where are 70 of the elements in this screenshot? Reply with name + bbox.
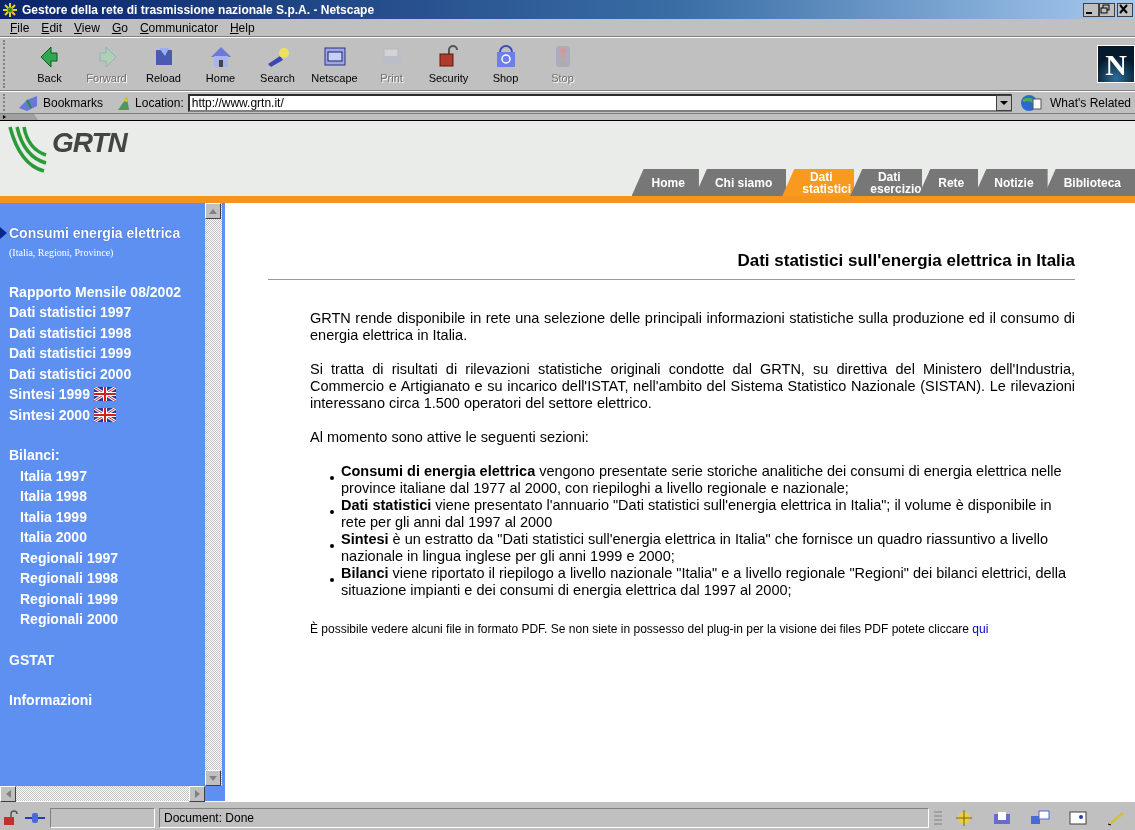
sidebar-link[interactable]: Consumi energia elettrica	[0, 223, 205, 244]
menu-item[interactable]: File	[4, 18, 36, 37]
address-card-icon[interactable]	[1067, 808, 1089, 827]
toolbar-button[interactable]: Netscape	[306, 41, 363, 87]
flag-icon	[93, 407, 116, 422]
location-field[interactable]: http://www.grtn.it/	[187, 93, 1012, 112]
toolbar-button[interactable]: Back	[21, 41, 78, 87]
menu-item[interactable]: Edit	[35, 18, 69, 37]
paragraph: GRTN rende disponibile in rete una selezione delle principali informazioni statistiche sulla produzione ed il consumo di energia elettrica in Italia.	[310, 309, 1075, 344]
sidebar-link[interactable]: Dati statistici 2000	[0, 363, 205, 384]
sidebar-link[interactable]: Dati statistici 1999	[0, 343, 205, 364]
menu-item[interactable]: Help	[223, 18, 261, 37]
restore-button[interactable]	[1099, 2, 1115, 17]
sidebar-link[interactable]: Sintesi 1999	[0, 384, 205, 405]
link[interactable]: qui	[972, 621, 989, 636]
list-item-text: Consumi di energia elettrica vengono presentate serie storiche analitiche dei consumi di energia elettrica nelle province italiane dal 1977 al 2000, con riepiloghi a livello regionale e nazionale;	[341, 462, 1063, 497]
window-title: Gestore della rete di trasmissione nazionale S.p.A. - Netscape	[22, 1, 376, 19]
sidebar-link[interactable]: GSTAT	[0, 649, 205, 670]
bullet-dot-icon	[330, 509, 334, 514]
bookmarks-button[interactable]: Bookmarks	[43, 93, 104, 112]
sidebar-link[interactable]: Informazioni	[0, 690, 205, 711]
sidebar-link[interactable]: Regionali 1997	[0, 547, 205, 568]
sidebar-link[interactable]: Regionali 1998	[0, 568, 205, 589]
nav-tab[interactable]: Dati esercizio	[850, 169, 923, 196]
dropdown-button[interactable]	[996, 94, 1012, 111]
toolbar-button[interactable]: Home	[192, 41, 249, 87]
chat-icon[interactable]	[1029, 808, 1051, 827]
toolbar-button[interactable]: Security	[420, 41, 477, 87]
paragraph: Si tratta di risultati di rilevazioni statistiche originali condotte dal GRTN, su direttiva del Ministero dell'Industria, Commercio e Artigianato e su incarico dell'ISTAT, nell'ambito del Sistema Statistico Nazionale (SISTAN). Le rilevazioni interessano circa 1.500 operatori del settore elettrico.	[310, 360, 1075, 412]
sidebar-link[interactable]: Regionali 2000	[0, 609, 205, 630]
paragraph: È possibile vedere alcuni file in formato PDF. Se non siete in possesso del plug-in per la visione dei files PDF potete cliccare qui	[310, 620, 990, 637]
whats-related-button[interactable]: What's Related	[1050, 93, 1131, 112]
sidebar-link[interactable]: Italia 1998	[0, 486, 205, 507]
toolbar-button[interactable]: Search	[249, 41, 306, 87]
collapse-tab-icon[interactable]	[0, 114, 38, 120]
site-logo: GRTN	[52, 129, 127, 157]
bullet-dot-icon	[330, 475, 334, 480]
sidebar-note: (Italia, Regioni, Province)	[8, 245, 115, 260]
toolbar-button[interactable]: Shop	[477, 41, 534, 87]
bookmark-book-icon	[17, 93, 39, 112]
app-icon	[2, 1, 18, 18]
nav-tab[interactable]: Home	[631, 169, 699, 196]
toolbar-button[interactable]: Reload	[135, 41, 192, 87]
padlock-icon	[2, 809, 20, 826]
close-button[interactable]	[1117, 2, 1133, 17]
sidebar-link[interactable]: Italia 2000	[0, 527, 205, 548]
bullet-dot-icon	[330, 577, 334, 582]
status-text: Document: Done	[159, 807, 929, 828]
sidebar-link[interactable]: Sintesi 2000	[0, 404, 205, 425]
sidebar-link[interactable]: Dati statistici 1997	[0, 302, 205, 323]
bullet-dot-icon	[330, 543, 334, 548]
flag-icon	[93, 387, 116, 401]
menu-item[interactable]: View	[68, 18, 106, 37]
sidebar-link[interactable]: Italia 1999	[0, 506, 205, 527]
page-heading: Dati statistici sull'energia elettrica in Italia	[268, 248, 1075, 280]
paragraph: Al momento sono attive le seguenti sezioni:	[310, 428, 590, 446]
current-marker-icon	[0, 227, 7, 239]
sidebar-link[interactable]: Rapporto Mensile 08/2002	[0, 281, 205, 302]
list-item-text: Bilanci viene riportato il riepilogo a livello nazionale "Italia" e a livello regionale "Regioni" dei bilanci elettrici, della situazione impianti e dei consumi di energia elettrica dal 1997 al 2000;	[341, 564, 1068, 599]
brand-logo: N	[1097, 45, 1135, 83]
list-item-text: Sintesi è un estratto da "Dati statistici sull'energia elettrica in Italia" che fornisce un quadro riassuntivo a livello nazionale in lingua inglese per gli anni 1999 e 2000;	[341, 530, 1049, 565]
location-label: Location:	[135, 94, 184, 112]
grip-icon	[933, 808, 943, 827]
sidebar-link[interactable]: Italia 1997	[0, 465, 205, 486]
menu-item[interactable]: Go	[105, 18, 134, 37]
minimize-button[interactable]	[1083, 2, 1099, 17]
sidebar-link[interactable]: Bilanci:	[0, 445, 205, 466]
menu-item[interactable]: Communicator	[133, 18, 224, 37]
sidebar-link[interactable]: Regionali 1999	[0, 588, 205, 609]
sidebar-link[interactable]: Dati statistici 1998	[0, 322, 205, 343]
